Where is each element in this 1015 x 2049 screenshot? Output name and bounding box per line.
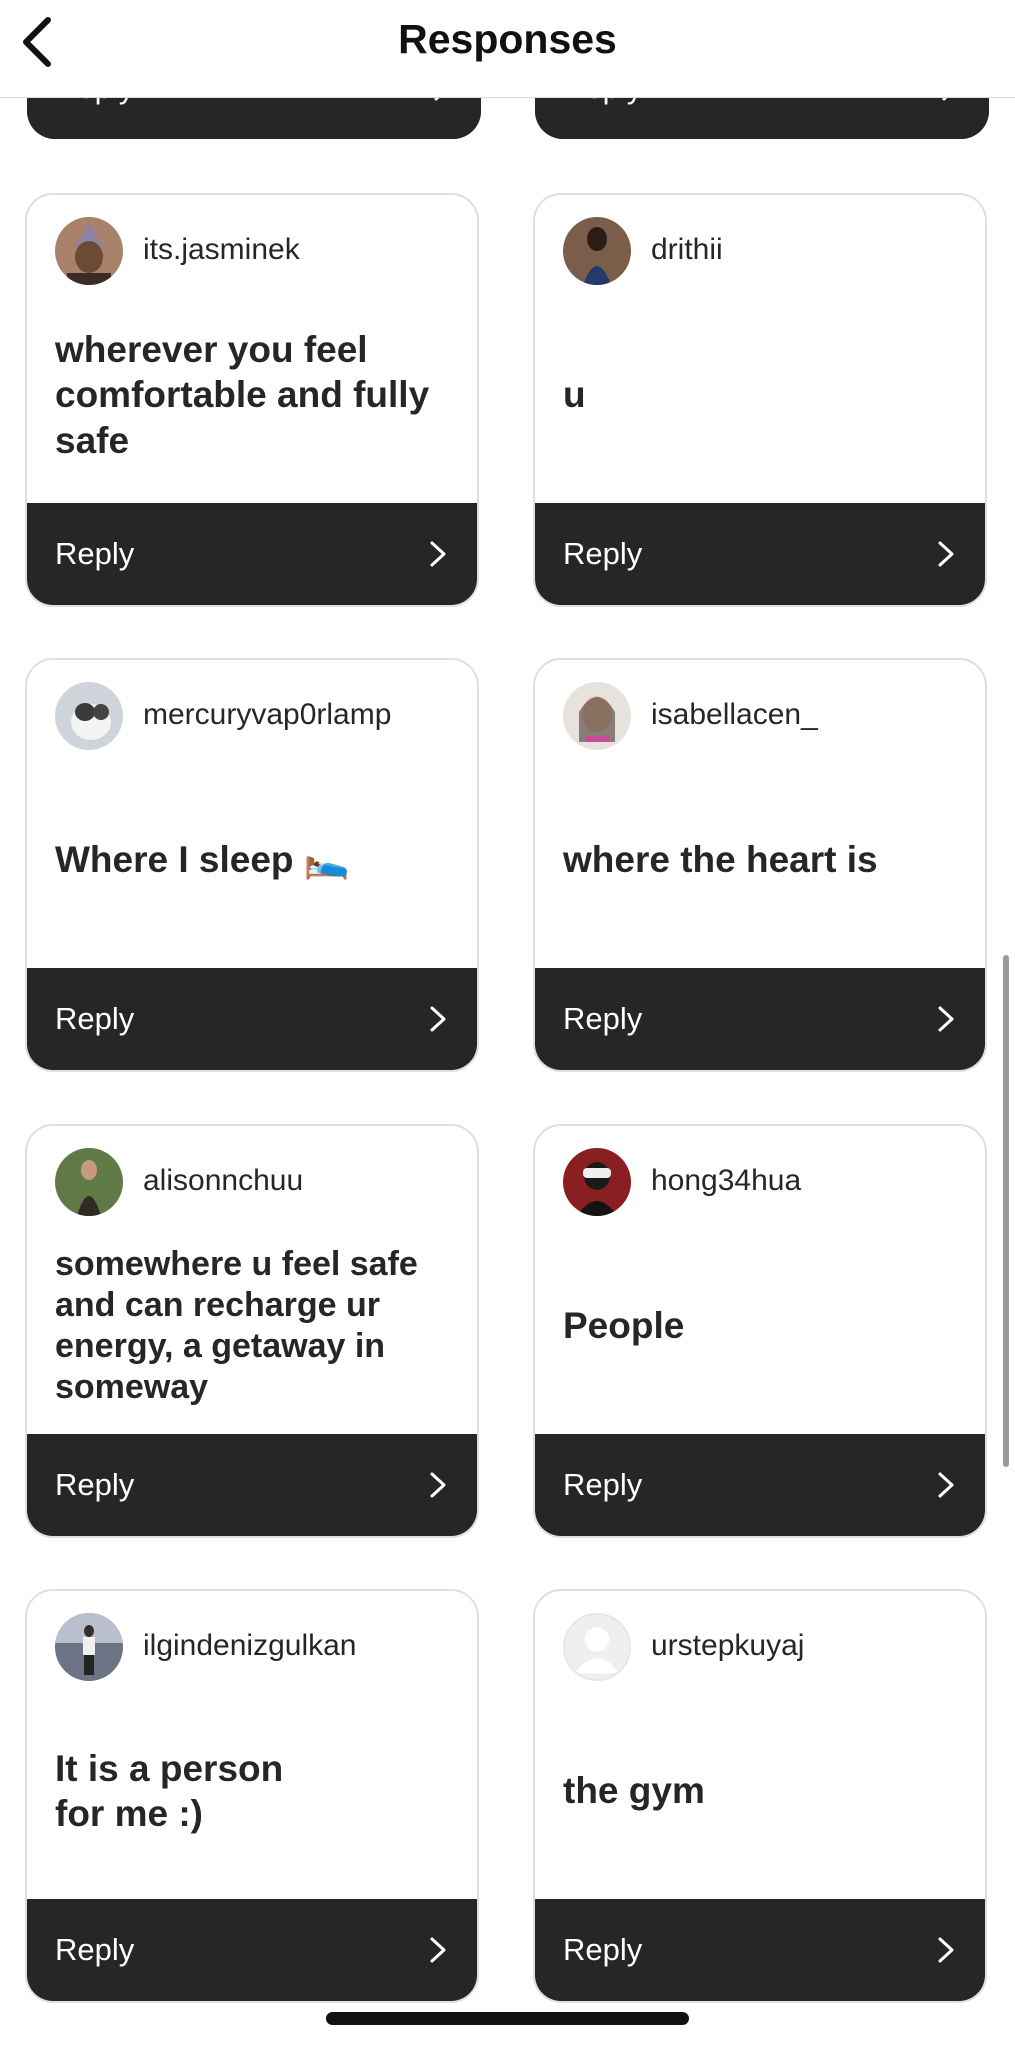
reply-label: Reply <box>55 1467 135 1502</box>
chevron-right-icon <box>430 541 446 567</box>
reply-label: Reply <box>563 1001 643 1036</box>
chevron-right-icon <box>938 541 954 567</box>
reply-button[interactable]: Reply <box>535 1899 985 2001</box>
response-text: It is a person for me :) <box>55 1747 284 1835</box>
username: hong34hua <box>651 1164 802 1197</box>
response-card: alisonnchuu somewhere u feel safe and ca… <box>25 1124 479 1538</box>
username: isabellacen_ <box>651 698 818 731</box>
response-card: drithii u Reply <box>533 193 987 607</box>
response-text: wherever you feel comfortable and fully … <box>55 328 430 461</box>
default-avatar-icon <box>565 1615 629 1679</box>
home-indicator[interactable] <box>326 2012 689 2025</box>
avatar[interactable] <box>563 682 631 750</box>
avatar-photo-icon <box>563 1148 631 1216</box>
avatar-photo-icon <box>55 682 123 750</box>
username: its.jasminek <box>143 233 300 266</box>
response-text: Where I sleep 🛌 <box>55 839 350 881</box>
reply-button[interactable]: Reply <box>27 503 477 605</box>
response-text: the gym <box>563 1770 705 1812</box>
reply-label: Reply <box>55 536 135 571</box>
reply-button[interactable]: Reply <box>535 1434 985 1536</box>
chevron-right-icon <box>938 1472 954 1498</box>
avatar-photo-icon <box>563 217 631 285</box>
scrollbar[interactable] <box>1003 955 1009 1467</box>
header: Responses <box>0 0 1015 98</box>
response-card: mercuryvap0rlamp Where I sleep 🛌 Reply <box>25 658 479 1072</box>
username: mercuryvap0rlamp <box>143 698 392 731</box>
response-card: its.jasminek wherever you feel comfortab… <box>25 193 479 607</box>
reply-label: Reply <box>563 1932 643 1967</box>
response-card: isabellacen_ where the heart is Reply <box>533 658 987 1072</box>
chevron-right-icon <box>430 1472 446 1498</box>
response-card: hong34hua People Reply <box>533 1124 987 1538</box>
response-text: People <box>563 1305 685 1347</box>
reply-button[interactable]: Reply <box>27 968 477 1070</box>
username: urstepkuyaj <box>651 1629 805 1662</box>
username: drithii <box>651 233 723 266</box>
response-text: somewhere u feel safe and can recharge u… <box>55 1245 418 1406</box>
chevron-right-icon <box>430 1006 446 1032</box>
reply-label: Reply <box>563 1467 643 1502</box>
reply-label: Reply <box>55 1932 135 1967</box>
avatar-photo-icon <box>55 1148 123 1216</box>
chevron-right-icon <box>938 1006 954 1032</box>
avatar[interactable] <box>563 1148 631 1216</box>
response-text: where the heart is <box>563 839 878 881</box>
reply-button[interactable]: Reply <box>535 503 985 605</box>
response-card: ilgindenizgulkan It is a person for me :… <box>25 1589 479 2003</box>
chevron-right-icon <box>938 1937 954 1963</box>
chevron-right-icon <box>430 1937 446 1963</box>
avatar[interactable] <box>563 1613 631 1681</box>
reply-label: Reply <box>563 536 643 571</box>
responses-screen: Reply Reply Responses <box>0 0 1015 2049</box>
avatar[interactable] <box>563 217 631 285</box>
avatar[interactable] <box>55 217 123 285</box>
reply-button[interactable]: Reply <box>27 1899 477 2001</box>
avatar-photo-icon <box>55 1613 123 1681</box>
avatar[interactable] <box>55 1148 123 1216</box>
response-text: u <box>563 374 586 416</box>
response-card: urstepkuyaj the gym Reply <box>533 1589 987 2003</box>
avatar-photo-icon <box>563 682 631 750</box>
reply-button[interactable]: Reply <box>535 968 985 1070</box>
username: ilgindenizgulkan <box>143 1629 357 1662</box>
reply-label: Reply <box>55 1001 135 1036</box>
avatar-photo-icon <box>55 217 123 285</box>
username: alisonnchuu <box>143 1164 304 1197</box>
avatar[interactable] <box>55 682 123 750</box>
page-title: Responses <box>398 16 617 62</box>
reply-button[interactable]: Reply <box>27 1434 477 1536</box>
avatar[interactable] <box>55 1613 123 1681</box>
